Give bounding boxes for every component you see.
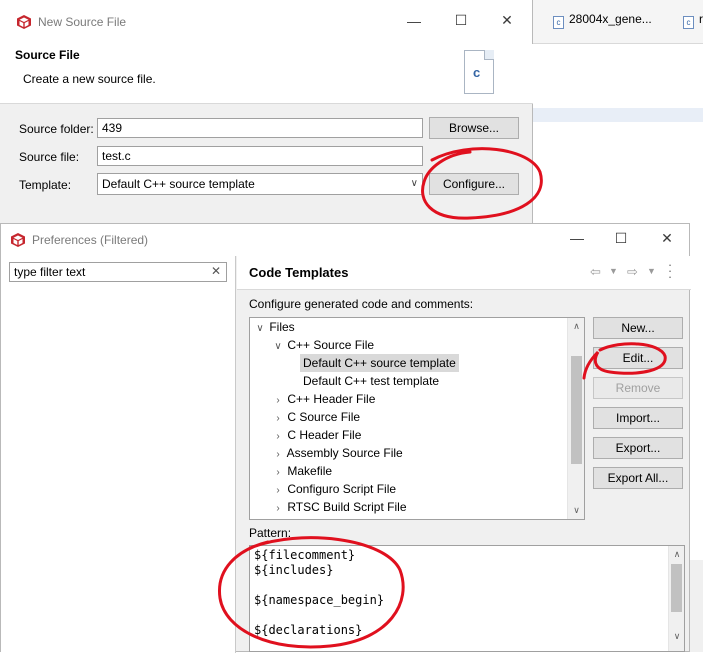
pattern-line: ${namespace_begin} xyxy=(254,593,385,607)
template-select-value: Default C++ source template xyxy=(102,177,255,191)
preferences-nav-pane xyxy=(1,256,236,653)
wizard-header-title: Source File xyxy=(15,48,80,62)
tree-item-assembly-source-file[interactable]: › Assembly Source File xyxy=(272,444,402,462)
maximize-icon[interactable]: ☐ xyxy=(611,230,631,247)
tree-item-files[interactable]: ∨ Files xyxy=(254,318,294,338)
filter-input[interactable]: type filter text ✕ xyxy=(9,262,227,282)
remove-template-button[interactable]: Remove xyxy=(593,377,683,399)
dialog-title: Preferences (Filtered) xyxy=(32,233,149,247)
pattern-scrollbar[interactable]: ∧ ∨ xyxy=(668,546,684,651)
tree-item-default-cpp-test-template[interactable]: Default C++ test template xyxy=(303,372,439,390)
editor-tab[interactable]: cr xyxy=(683,12,703,32)
scrollbar-thumb[interactable] xyxy=(571,356,582,464)
page-title: Code Templates xyxy=(249,265,349,280)
close-icon[interactable]: ✕ xyxy=(497,12,517,29)
template-label: Template: xyxy=(19,178,72,192)
export-templates-button[interactable]: Export... xyxy=(593,437,683,459)
scroll-up-icon[interactable]: ∧ xyxy=(669,546,684,563)
minimize-icon[interactable]: — xyxy=(567,230,587,246)
pattern-line: ${includes} xyxy=(254,563,334,577)
close-icon[interactable]: ✕ xyxy=(657,230,677,247)
tree-item-default-cpp-source-template[interactable]: Default C++ source template xyxy=(300,354,459,372)
chevron-down-icon[interactable]: ∨ xyxy=(254,320,266,338)
pattern-line: ${filecomment} xyxy=(254,548,356,562)
tree-item-configuro-script-file[interactable]: › Configuro Script File xyxy=(272,480,396,498)
filter-placeholder: type filter text xyxy=(14,265,86,279)
forward-arrow-icon[interactable]: ⇨ xyxy=(627,264,638,280)
source-file-label: Source file: xyxy=(19,150,80,164)
tree-item-c-header-file[interactable]: › C Header File xyxy=(272,426,361,444)
editor-tab[interactable]: c 28004x_gene... xyxy=(553,12,652,32)
tree-item-makefile[interactable]: › Makefile xyxy=(272,462,332,480)
import-templates-button[interactable]: Import... xyxy=(593,407,683,429)
pattern-label: Pattern: xyxy=(249,526,292,540)
clear-filter-icon[interactable]: ✕ xyxy=(211,264,221,278)
ccs-app-icon xyxy=(11,233,25,247)
background-editor-line xyxy=(533,108,703,122)
browse-button[interactable]: Browse... xyxy=(429,117,519,139)
new-template-button[interactable]: New... xyxy=(593,317,683,339)
export-all-templates-button[interactable]: Export All... xyxy=(593,467,683,489)
tree-item-rtsc-build-script-file[interactable]: › RTSC Build Script File xyxy=(272,498,406,518)
scroll-down-icon[interactable]: ∨ xyxy=(568,502,584,519)
pattern-preview[interactable]: ${filecomment} ${includes} ${namespace_b… xyxy=(249,545,685,652)
c-file-icon: c xyxy=(683,16,694,29)
tree-item-c-source-file[interactable]: › C Source File xyxy=(272,408,360,426)
templates-tree[interactable]: ∨ Files ∨ C++ Source File Default C++ so… xyxy=(249,317,585,520)
scroll-down-icon[interactable]: ∨ xyxy=(669,628,684,645)
c-file-icon: c xyxy=(553,16,564,29)
tree-scrollbar[interactable]: ∧ ∨ xyxy=(567,318,584,519)
pattern-line: ${declarations} xyxy=(254,623,363,637)
page-header: Code Templates ⇦ ▼ ⇨ ▼ · · · xyxy=(237,256,691,290)
back-arrow-icon[interactable]: ⇦ xyxy=(590,264,601,280)
source-file-input[interactable]: test.c xyxy=(97,146,423,166)
configure-button[interactable]: Configure... xyxy=(429,173,519,195)
dialog-title: New Source File xyxy=(38,15,127,29)
chevron-down-icon: ∨ xyxy=(410,178,418,189)
chevron-right-icon[interactable]: › xyxy=(272,500,284,518)
scrollbar-thumb[interactable] xyxy=(671,564,682,612)
description-label: Configure generated code and comments: xyxy=(249,297,474,311)
source-folder-input[interactable]: 439 xyxy=(97,118,423,138)
wizard-header-description: Create a new source file. xyxy=(23,72,156,86)
minimize-icon[interactable]: — xyxy=(404,13,424,29)
source-folder-label: Source folder: xyxy=(19,122,94,136)
maximize-icon[interactable]: ☐ xyxy=(451,12,471,29)
edit-template-button[interactable]: Edit... xyxy=(593,347,683,369)
forward-dropdown-icon[interactable]: ▼ xyxy=(647,266,656,276)
scroll-up-icon[interactable]: ∧ xyxy=(568,318,584,335)
dialog-titlebar: New Source File — ☐ ✕ xyxy=(0,0,532,44)
template-select[interactable]: Default C++ source template ∨ xyxy=(97,173,423,195)
dialog-titlebar: Preferences (Filtered) — ☐ ✕ xyxy=(1,224,689,256)
chevron-down-icon[interactable]: ∨ xyxy=(272,338,284,356)
tree-item-cpp-source-file[interactable]: ∨ C++ Source File xyxy=(272,336,374,354)
back-dropdown-icon[interactable]: ▼ xyxy=(609,266,618,276)
ccs-app-icon xyxy=(17,15,31,29)
new-c-file-banner-icon: c xyxy=(464,50,494,94)
view-menu-icon[interactable]: · · · xyxy=(667,258,673,283)
tree-item-cpp-header-file[interactable]: › C++ Header File xyxy=(272,390,375,408)
